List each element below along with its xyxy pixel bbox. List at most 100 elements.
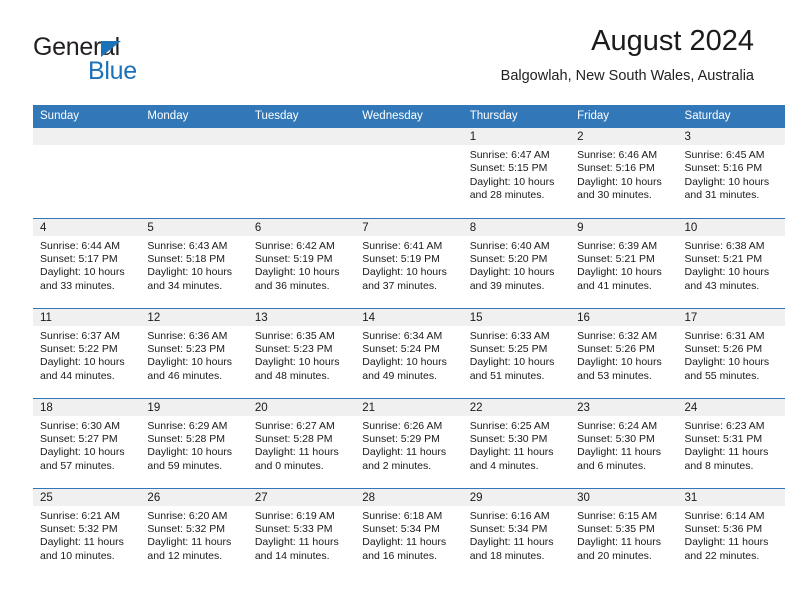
- calendar-day-cell[interactable]: 15 Sunrise: 6:33 AM Sunset: 5:25 PM Dayligh…: [462, 307, 571, 398]
- calendar-day-cell[interactable]: 27 Sunrise: 6:19 AM Sunset: 5:33 PM Dayligh…: [247, 487, 356, 578]
- daylight-text: Daylight: 11 hours and 4 minutes.: [469, 446, 554, 472]
- calendar-day-cell[interactable]: 25 Sunrise: 6:21 AM Sunset: 5:32 PM Dayligh…: [33, 487, 141, 578]
- calendar-day-cell-empty[interactable]: [247, 128, 356, 218]
- calendar-day-cell[interactable]: 19 Sunrise: 6:29 AM Sunset: 5:28 PM Dayligh…: [140, 397, 248, 488]
- calendar-day-cell[interactable]: 21 Sunrise: 6:26 AM Sunset: 5:29 PM Dayligh…: [355, 397, 463, 488]
- weekday-header-thursday: Thursday: [462, 105, 571, 128]
- day-details: Sunrise: 6:47 AM Sunset: 5:15 PM Daylight:…: [463, 145, 570, 203]
- calendar-day-cell[interactable]: 20 Sunrise: 6:27 AM Sunset: 5:28 PM Dayligh…: [247, 397, 356, 488]
- day-number: 13: [247, 308, 356, 326]
- calendar-day-cell[interactable]: 26 Sunrise: 6:20 AM Sunset: 5:32 PM Dayligh…: [140, 487, 248, 578]
- sunrise-text: Sunrise: 6:44 AM: [40, 239, 120, 252]
- day-details: Sunrise: 6:19 AM Sunset: 5:33 PM Daylight:…: [248, 506, 355, 564]
- day-details: Sunrise: 6:43 AM Sunset: 5:18 PM Daylight:…: [140, 236, 247, 294]
- calendar-day-cell-empty[interactable]: [33, 128, 141, 218]
- day-number: 6: [247, 218, 356, 236]
- calendar-body: 1 Sunrise: 6:47 AM Sunset: 5:15 PM Daylight…: [33, 128, 785, 578]
- sunrise-text: Sunrise: 6:39 AM: [577, 239, 658, 252]
- day-number: 4: [33, 218, 141, 236]
- sunset-text: Sunset: 5:20 PM: [469, 252, 548, 265]
- calendar-day-cell[interactable]: 4 Sunrise: 6:44 AM Sunset: 5:17 PM Daylight…: [33, 217, 141, 308]
- day-number: 3: [677, 128, 785, 145]
- calendar-week-row: 4 Sunrise: 6:44 AM Sunset: 5:17 PM Daylight…: [33, 217, 785, 308]
- calendar-day-cell[interactable]: 17 Sunrise: 6:31 AM Sunset: 5:26 PM Dayligh…: [677, 307, 785, 398]
- daylight-text: Daylight: 10 hours and 41 minutes.: [577, 266, 662, 292]
- day-details: Sunrise: 6:38 AM Sunset: 5:21 PM Daylight:…: [678, 236, 785, 294]
- day-details: Sunrise: 6:45 AM Sunset: 5:16 PM Daylight:…: [678, 145, 785, 203]
- sunrise-text: Sunrise: 6:14 AM: [684, 509, 765, 522]
- sunrise-text: Sunrise: 6:21 AM: [40, 509, 120, 522]
- day-number: 1: [462, 128, 571, 145]
- calendar-day-cell[interactable]: 9 Sunrise: 6:39 AM Sunset: 5:21 PM Daylight…: [570, 217, 678, 308]
- calendar-day-cell[interactable]: 23 Sunrise: 6:24 AM Sunset: 5:30 PM Dayligh…: [570, 397, 678, 488]
- calendar-day-cell[interactable]: 2 Sunrise: 6:46 AM Sunset: 5:16 PM Daylight…: [570, 128, 678, 218]
- daylight-text: Daylight: 11 hours and 8 minutes.: [684, 446, 769, 472]
- day-number: 28: [355, 488, 463, 506]
- weekday-header-tuesday: Tuesday: [247, 105, 356, 128]
- general-blue-logo[interactable]: General Blue: [33, 33, 213, 85]
- calendar-day-cell[interactable]: 16 Sunrise: 6:32 AM Sunset: 5:26 PM Dayligh…: [570, 307, 678, 398]
- day-details: Sunrise: 6:23 AM Sunset: 5:31 PM Daylight:…: [678, 416, 785, 474]
- calendar-day-cell-empty[interactable]: [140, 128, 248, 218]
- calendar-day-cell[interactable]: 31 Sunrise: 6:14 AM Sunset: 5:36 PM Dayligh…: [677, 487, 785, 578]
- calendar-day-cell[interactable]: 12 Sunrise: 6:36 AM Sunset: 5:23 PM Dayligh…: [140, 307, 248, 398]
- sunrise-text: Sunrise: 6:33 AM: [469, 329, 550, 342]
- day-details: Sunrise: 6:16 AM Sunset: 5:34 PM Daylight:…: [463, 506, 570, 564]
- calendar-day-cell[interactable]: 3 Sunrise: 6:45 AM Sunset: 5:16 PM Daylight…: [677, 128, 785, 218]
- page-header: General Blue August 2024 Balgowlah, New …: [0, 0, 792, 100]
- sunrise-text: Sunrise: 6:31 AM: [684, 329, 765, 342]
- sunrise-text: Sunrise: 6:24 AM: [577, 419, 658, 432]
- sunset-text: Sunset: 5:36 PM: [684, 522, 763, 535]
- day-number: 9: [570, 218, 678, 236]
- sunrise-text: Sunrise: 6:37 AM: [40, 329, 120, 342]
- sunrise-text: Sunrise: 6:25 AM: [469, 419, 550, 432]
- day-number: 31: [677, 488, 785, 506]
- daylight-text: Daylight: 10 hours and 57 minutes.: [40, 446, 125, 472]
- calendar-day-cell[interactable]: 7 Sunrise: 6:41 AM Sunset: 5:19 PM Daylight…: [355, 217, 463, 308]
- calendar-table: Sunday Monday Tuesday Wednesday Thursday…: [33, 105, 785, 578]
- calendar-day-cell[interactable]: 29 Sunrise: 6:16 AM Sunset: 5:34 PM Dayligh…: [462, 487, 571, 578]
- calendar-day-cell[interactable]: 24 Sunrise: 6:23 AM Sunset: 5:31 PM Dayligh…: [677, 397, 785, 488]
- logo-word-blue: Blue: [88, 57, 137, 85]
- calendar-day-cell[interactable]: 5 Sunrise: 6:43 AM Sunset: 5:18 PM Daylight…: [140, 217, 248, 308]
- calendar-day-cell[interactable]: 22 Sunrise: 6:25 AM Sunset: 5:30 PM Dayligh…: [462, 397, 571, 488]
- day-number: 14: [355, 308, 463, 326]
- day-details: Sunrise: 6:14 AM Sunset: 5:36 PM Daylight:…: [678, 506, 785, 564]
- calendar-day-cell[interactable]: 13 Sunrise: 6:35 AM Sunset: 5:23 PM Dayligh…: [247, 307, 356, 398]
- day-number: 29: [462, 488, 571, 506]
- day-details: Sunrise: 6:26 AM Sunset: 5:29 PM Daylight:…: [355, 416, 462, 474]
- logo-triangle-icon: [101, 41, 121, 57]
- day-details: Sunrise: 6:36 AM Sunset: 5:23 PM Daylight:…: [140, 326, 247, 384]
- calendar-day-cell[interactable]: 6 Sunrise: 6:42 AM Sunset: 5:19 PM Daylight…: [247, 217, 356, 308]
- daylight-text: Daylight: 11 hours and 0 minutes.: [254, 446, 339, 472]
- daylight-text: Daylight: 11 hours and 14 minutes.: [254, 536, 339, 562]
- daylight-text: Daylight: 11 hours and 2 minutes.: [362, 446, 447, 472]
- day-number: 18: [33, 398, 141, 416]
- day-details: Sunrise: 6:27 AM Sunset: 5:28 PM Daylight:…: [248, 416, 355, 474]
- sunrise-text: Sunrise: 6:40 AM: [469, 239, 550, 252]
- daylight-text: Daylight: 11 hours and 6 minutes.: [577, 446, 661, 472]
- day-details: Sunrise: 6:40 AM Sunset: 5:20 PM Daylight:…: [463, 236, 570, 294]
- calendar-day-cell[interactable]: 10 Sunrise: 6:38 AM Sunset: 5:21 PM Dayligh…: [677, 217, 785, 308]
- calendar-day-cell[interactable]: 28 Sunrise: 6:18 AM Sunset: 5:34 PM Dayligh…: [355, 487, 463, 578]
- calendar-day-cell[interactable]: 14 Sunrise: 6:34 AM Sunset: 5:24 PM Dayligh…: [355, 307, 463, 398]
- calendar-day-cell[interactable]: 11 Sunrise: 6:37 AM Sunset: 5:22 PM Dayligh…: [33, 307, 141, 398]
- day-number: 22: [462, 398, 571, 416]
- calendar-day-cell[interactable]: 18 Sunrise: 6:30 AM Sunset: 5:27 PM Dayligh…: [33, 397, 141, 488]
- sunset-text: Sunset: 5:17 PM: [40, 252, 118, 265]
- calendar-week-row: 1 Sunrise: 6:47 AM Sunset: 5:15 PM Daylight…: [33, 128, 785, 218]
- calendar-day-cell[interactable]: 30 Sunrise: 6:15 AM Sunset: 5:35 PM Dayligh…: [570, 487, 678, 578]
- title-block: August 2024 Balgowlah, New South Wales, …: [501, 25, 754, 84]
- calendar-week-row: 11 Sunrise: 6:37 AM Sunset: 5:22 PM Dayligh…: [33, 307, 785, 398]
- day-details: Sunrise: 6:31 AM Sunset: 5:26 PM Daylight:…: [678, 326, 785, 384]
- calendar-day-cell[interactable]: 8 Sunrise: 6:40 AM Sunset: 5:20 PM Daylight…: [462, 217, 571, 308]
- day-number: 19: [140, 398, 248, 416]
- day-number: 25: [33, 488, 141, 506]
- calendar-day-cell-empty[interactable]: [355, 128, 463, 218]
- sunset-text: Sunset: 5:26 PM: [577, 342, 655, 355]
- calendar-header-row: Sunday Monday Tuesday Wednesday Thursday…: [33, 105, 785, 128]
- sunset-text: Sunset: 5:34 PM: [469, 522, 548, 535]
- day-number: 10: [677, 218, 785, 236]
- sunrise-text: Sunrise: 6:23 AM: [684, 419, 765, 432]
- calendar-day-cell[interactable]: 1 Sunrise: 6:47 AM Sunset: 5:15 PM Daylight…: [462, 128, 571, 218]
